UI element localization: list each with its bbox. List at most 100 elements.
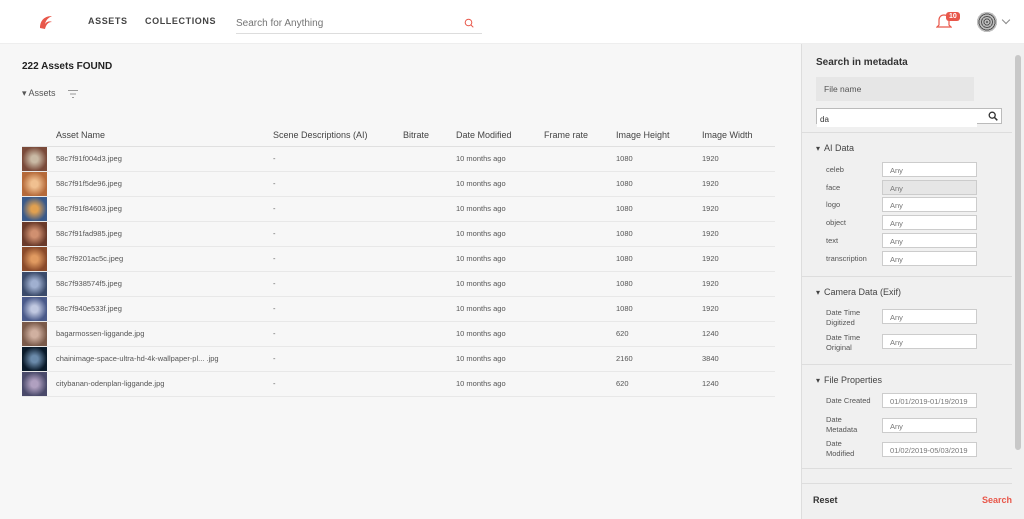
search-icon[interactable] — [464, 18, 474, 28]
column-header[interactable]: Frame rate — [544, 124, 616, 147]
file-field-input[interactable]: Any — [882, 417, 977, 433]
cell-modified: 10 months ago — [456, 146, 544, 172]
ai-field-input[interactable]: Any — [882, 162, 977, 177]
asset-thumbnail[interactable] — [22, 321, 47, 346]
ai-field-input[interactable]: Any — [882, 179, 977, 195]
asset-thumbnail[interactable] — [22, 271, 47, 296]
file-name-filter[interactable]: File name — [816, 77, 974, 101]
file-field-input[interactable]: 01/02/2019-05/03/2019 — [882, 442, 977, 457]
asset-thumbnail[interactable] — [22, 146, 47, 171]
ai-field-input[interactable]: Any — [882, 250, 977, 266]
ai-field-input[interactable]: Any — [882, 215, 977, 231]
section-camera-data[interactable]: Camera Data (Exif) — [816, 287, 901, 297]
cell-frame — [544, 296, 616, 322]
cell-height: 1080 — [616, 196, 702, 222]
cell-name[interactable]: chainimage-space-ultra-hd-4k-wallpaper-p… — [56, 346, 273, 372]
cell-bitrate — [403, 196, 456, 222]
avatar[interactable] — [977, 12, 997, 32]
asset-thumbnail[interactable] — [22, 171, 47, 196]
label-line-2: Original — [826, 342, 852, 352]
table-row[interactable]: 58c7f938574f5.jpeg - 10 months ago 1080 1920 — [22, 271, 775, 297]
thumbnail-cell — [22, 346, 56, 372]
cell-frame — [544, 221, 616, 247]
column-header[interactable]: Image Width — [702, 124, 775, 147]
cell-frame — [544, 321, 616, 347]
cell-modified: 10 months ago — [456, 271, 544, 297]
camera-field-input[interactable]: Any — [882, 309, 977, 324]
ai-field-input[interactable]: Any — [882, 197, 977, 213]
nav-assets[interactable]: ASSETS — [88, 16, 128, 26]
ai-field-label: logo — [826, 200, 841, 210]
thumbnail-cell — [22, 296, 56, 322]
scrollbar-thumb[interactable] — [1015, 55, 1021, 450]
asset-thumbnail[interactable] — [22, 296, 47, 321]
camera-field-input[interactable]: Any — [882, 333, 977, 349]
thumbnail-cell — [22, 196, 56, 222]
cell-name[interactable]: 58c7f91fad985.jpeg — [56, 221, 273, 247]
divider — [802, 483, 1013, 484]
table-row[interactable]: 58c7f9201ac5c.jpeg - 10 months ago 1080 1920 — [22, 246, 775, 272]
table-row[interactable]: citybanan-odenplan-liggande.jpg - 10 month… — [22, 371, 775, 397]
cell-name[interactable]: 58c7f91f004d3.jpeg — [56, 146, 273, 172]
cell-name[interactable]: 58c7f91f5de96.jpeg — [56, 171, 273, 197]
search-input[interactable] — [236, 12, 456, 34]
table-row[interactable]: 58c7f91f5de96.jpeg - 10 months ago 1080 1920 — [22, 171, 775, 197]
column-header[interactable]: Asset Name — [56, 124, 273, 147]
filter-icon[interactable] — [68, 89, 78, 99]
cell-width: 1920 — [702, 171, 775, 197]
cell-modified: 10 months ago — [456, 171, 544, 197]
cell-bitrate — [403, 246, 456, 272]
table-row[interactable]: chainimage-space-ultra-hd-4k-wallpaper-p… — [22, 346, 775, 372]
cell-bitrate — [403, 346, 456, 372]
cell-width: 1920 — [702, 196, 775, 222]
metadata-query-input[interactable] — [817, 112, 977, 127]
table-row[interactable]: 58c7f91f004d3.jpeg - 10 months ago 1080 1920 — [22, 146, 775, 172]
section-ai-data[interactable]: AI Data — [816, 143, 854, 153]
search-button[interactable]: Search — [982, 495, 1012, 505]
table-row[interactable]: 58c7f91fad985.jpeg - 10 months ago 1080 1920 — [22, 221, 775, 247]
table-row[interactable]: 58c7f91f84603.jpeg - 10 months ago 1080 1920 — [22, 196, 775, 222]
cell-modified: 10 months ago — [456, 346, 544, 372]
cell-scene: - — [273, 321, 403, 347]
label-line-1: Date — [826, 439, 842, 448]
reset-button[interactable]: Reset — [813, 495, 838, 505]
cell-bitrate — [403, 371, 456, 397]
label-line-1: Date — [826, 414, 842, 424]
column-header[interactable]: Scene Descriptions (AI) — [273, 124, 403, 147]
brand-logo-icon[interactable] — [36, 12, 56, 32]
chevron-down-icon[interactable] — [1001, 15, 1011, 25]
table-row[interactable]: 58c7f940e533f.jpeg - 10 months ago 1080 1920 — [22, 296, 775, 322]
asset-thumbnail[interactable] — [22, 346, 47, 371]
cell-bitrate — [403, 296, 456, 322]
cell-frame — [544, 171, 616, 197]
asset-thumbnail[interactable] — [22, 221, 47, 246]
camera-field-label: Date Time Digitized — [826, 308, 860, 328]
cell-scene: - — [273, 346, 403, 372]
section-file-properties[interactable]: File Properties — [816, 375, 882, 385]
asset-thumbnail[interactable] — [22, 371, 47, 396]
table-row[interactable]: bagarmossen-liggande.jpg - 10 months ago 62… — [22, 321, 775, 347]
asset-thumbnail[interactable] — [22, 196, 47, 221]
column-header[interactable]: Bitrate — [403, 124, 456, 147]
file-field-input[interactable]: 01/01/2019-01/19/2019 — [882, 393, 977, 408]
magnifier-icon[interactable] — [988, 111, 998, 121]
cell-name[interactable]: 58c7f940e533f.jpeg — [56, 296, 273, 322]
cell-name[interactable]: bagarmossen-liggande.jpg — [56, 321, 273, 347]
cell-height: 1080 — [616, 271, 702, 297]
asset-thumbnail[interactable] — [22, 246, 47, 271]
ai-field-input[interactable]: Any — [882, 232, 977, 248]
cell-name[interactable]: citybanan-odenplan-liggande.jpg — [56, 371, 273, 397]
nav-collections[interactable]: COLLECTIONS — [145, 16, 216, 26]
cell-name[interactable]: 58c7f91f84603.jpeg — [56, 196, 273, 222]
assets-group-toggle[interactable]: ▾ Assets — [22, 88, 56, 99]
column-header[interactable]: Image Height — [616, 124, 702, 147]
thumbnail-cell — [22, 271, 56, 297]
column-header[interactable]: Date Modified — [456, 124, 544, 147]
cell-name[interactable]: 58c7f938574f5.jpeg — [56, 271, 273, 297]
panel-title: Search in metadata — [816, 57, 908, 68]
cell-scene: - — [273, 171, 403, 197]
cell-height: 1080 — [616, 296, 702, 322]
ai-field-label: face — [826, 182, 841, 192]
cell-name[interactable]: 58c7f9201ac5c.jpeg — [56, 246, 273, 272]
camera-field-label: Date Time Original — [826, 333, 860, 353]
